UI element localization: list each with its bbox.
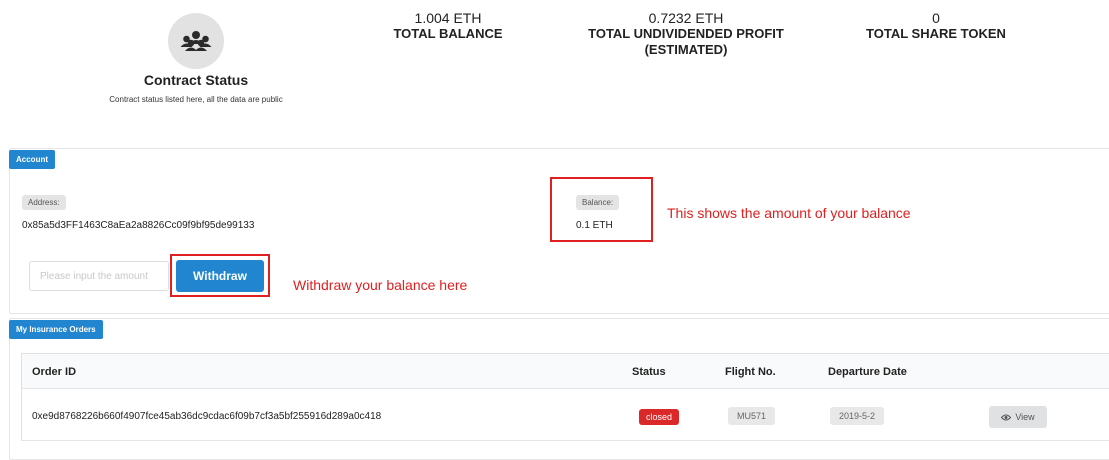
contract-status-subtitle: Contract status listed here, all the dat…: [109, 95, 283, 104]
balance-highlight-box: [550, 177, 653, 242]
view-order-button[interactable]: View: [989, 406, 1047, 428]
view-button-label: View: [1015, 412, 1035, 422]
balance-annotation: This shows the amount of your balance: [667, 205, 911, 221]
contract-status-icon-circle: [168, 13, 224, 69]
stat-label-estimated: (ESTIMATED): [644, 42, 728, 57]
status-badge: closed: [639, 409, 680, 425]
stat-label: TOTAL SHARE TOKEN: [866, 26, 1006, 41]
withdraw-highlight-box: [170, 254, 270, 297]
stat-label: TOTAL BALANCE: [393, 26, 503, 41]
stat-label: TOTAL UNDIVIDENDED PROFIT: [588, 26, 784, 41]
stat-value: 0.7232 ETH: [648, 10, 724, 26]
amount-input[interactable]: [29, 261, 169, 291]
withdraw-annotation: Withdraw your balance here: [293, 277, 468, 293]
orders-table-header: [21, 353, 1109, 389]
stat-total-share-token: 0 TOTAL SHARE TOKEN: [851, 11, 1021, 42]
column-header-departure-date: Departure Date: [828, 366, 907, 378]
eye-icon: [1001, 414, 1012, 420]
column-header-order-id: Order ID: [32, 366, 77, 378]
account-tab-label: Account: [9, 150, 55, 169]
contract-status-title: Contract Status: [143, 72, 249, 88]
column-header-flight-no: Flight No.: [725, 366, 776, 378]
address-value: 0x85a5d3FF1463C8aEa2a8826Cc09f9bf95de991…: [22, 220, 255, 231]
stat-value: 1.004 ETH: [414, 10, 482, 26]
orders-tab-label: My Insurance Orders: [9, 320, 103, 339]
stat-value: 0: [932, 10, 940, 26]
order-id-cell: 0xe9d8768226b660f4907fce45ab36dc9cdac6f0…: [32, 411, 382, 422]
users-icon: [180, 31, 212, 51]
flight-no-badge: MU571: [728, 407, 776, 425]
stat-undividended-profit: 0.7232 ETH TOTAL UNDIVIDENDED PROFIT (ES…: [566, 11, 806, 58]
stat-total-balance: 1.004 ETH TOTAL BALANCE: [368, 11, 528, 42]
departure-date-badge: 2019-5-2: [830, 407, 885, 425]
address-label: Address:: [22, 195, 66, 210]
column-header-status: Status: [632, 366, 666, 378]
